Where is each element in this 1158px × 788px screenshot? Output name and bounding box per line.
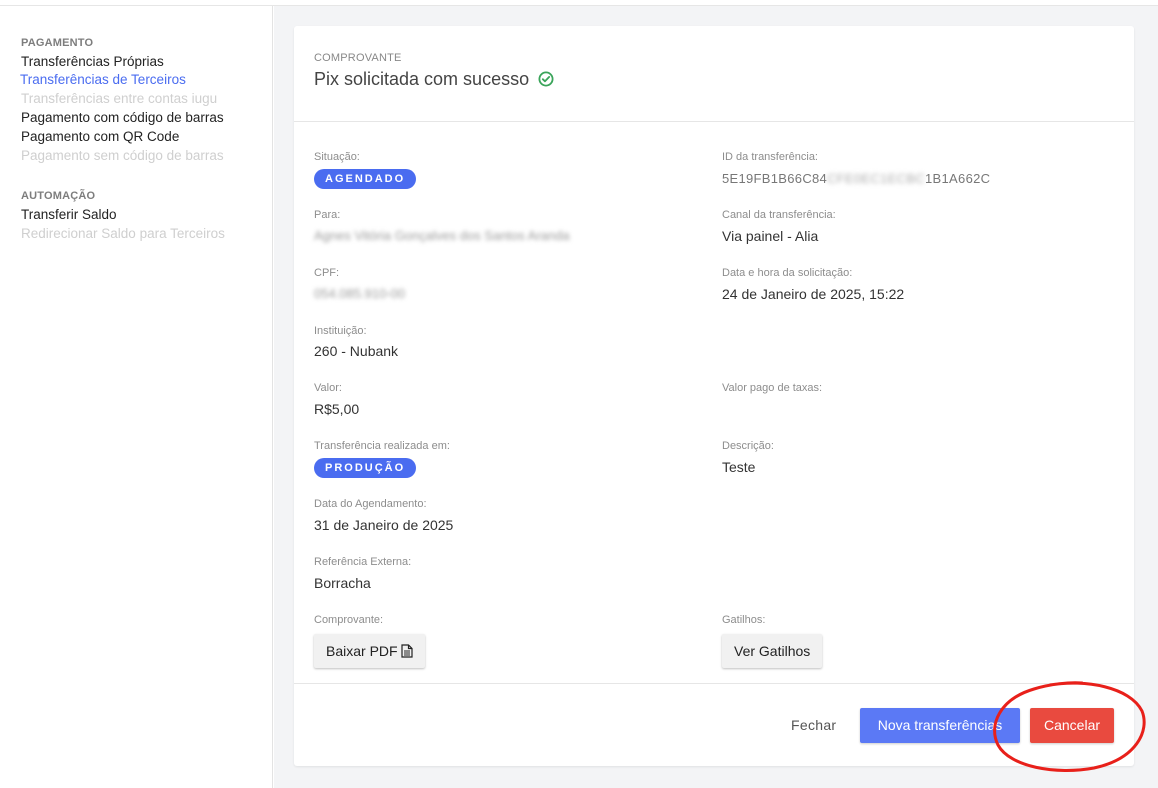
referencia-label: Referência Externa: [314,556,412,568]
canal-label: Canal da transferência: [722,209,836,221]
receipt-eyebrow: COMPROVANTE [314,52,402,64]
sidebar-item-transferencias-entre-contas: Transferências entre contas iugu [21,91,218,106]
data-hora-label: Data e hora da solicitação: [722,267,853,279]
instituicao-label: Instituição: [314,325,367,337]
cpf-value: 054.085.910-00 [314,286,406,301]
gatilhos-label: Gatilhos: [722,614,766,626]
instituicao-value: 260 - Nubank [314,343,399,359]
id-label: ID da transferência: [722,151,818,163]
transfer-id-suffix: 1B1A662C [925,171,991,186]
sidebar-item-transferencias-proprias[interactable]: Transferências Próprias [21,54,164,69]
comprovante-label: Comprovante: [314,614,384,626]
sidebar: PAGAMENTO Transferências Próprias Transf… [0,6,273,788]
section-title-pagamento: PAGAMENTO [21,37,94,49]
valor-value: R$5,00 [314,401,360,417]
agendamento-label: Data do Agendamento: [314,498,427,510]
sidebar-item-pagamento-sem-codigo: Pagamento sem código de barras [21,148,224,163]
sidebar-item-redirecionar-saldo: Redirecionar Saldo para Terceiros [21,226,225,241]
receipt-card: COMPROVANTE Pix solicitada com sucesso S… [294,26,1134,766]
sidebar-item-pagamento-qr-code[interactable]: Pagamento com QR Code [21,129,179,144]
receipt-header: COMPROVANTE Pix solicitada com sucesso [294,26,1134,122]
cancel-button[interactable]: Cancelar [1030,708,1114,743]
receipt-title: Pix solicitada com sucesso [314,69,530,89]
transfer-id: 5E19FB1B66C84CFE0EC1ECBC1B1A662C [722,171,990,186]
environment-badge: PRODUÇÃO [314,458,417,478]
taxas-label: Valor pago de taxas: [722,382,823,394]
download-pdf-button[interactable]: Baixar PDF [314,634,425,668]
ambiente-label: Transferência realizada em: [314,440,450,452]
footer-divider [294,683,1134,684]
recipient-name: Agnes Vitória Gonçalves dos Santos Arand… [314,228,570,243]
download-pdf-label: Baixar PDF [326,643,398,659]
transfer-id-prefix: 5E19FB1B66C84 [722,171,828,186]
descricao-label: Descrição: [722,440,774,452]
new-transfer-button[interactable]: Nova transferências [860,708,1020,743]
view-triggers-button[interactable]: Ver Gatilhos [722,634,823,668]
section-title-automacao: AUTOMAÇÃO [21,190,96,202]
status-badge: AGENDADO [314,169,417,189]
sidebar-item-transferir-saldo[interactable]: Transferir Saldo [21,207,117,222]
sidebar-item-pagamento-codigo-barras[interactable]: Pagamento com código de barras [21,110,224,125]
transfer-id-hidden: CFE0EC1ECBC [827,171,926,186]
check-circle-icon [538,71,554,87]
cpf-label: CPF: [314,267,340,279]
close-button[interactable]: Fechar [791,717,836,733]
referencia-value: Borracha [314,575,371,591]
descricao-value: Teste [722,459,756,475]
canal-value: Via painel - Alia [722,228,819,244]
valor-label: Valor: [314,382,342,394]
agendamento-value: 31 de Janeiro de 2025 [314,517,454,533]
data-hora-value: 24 de Janeiro de 2025, 15:22 [722,286,905,302]
para-label: Para: [314,209,341,221]
document-icon [400,644,413,658]
sidebar-item-transferencias-terceiros[interactable]: Transferências de Terceiros [20,72,186,87]
situacao-label: Situação: [314,151,360,163]
